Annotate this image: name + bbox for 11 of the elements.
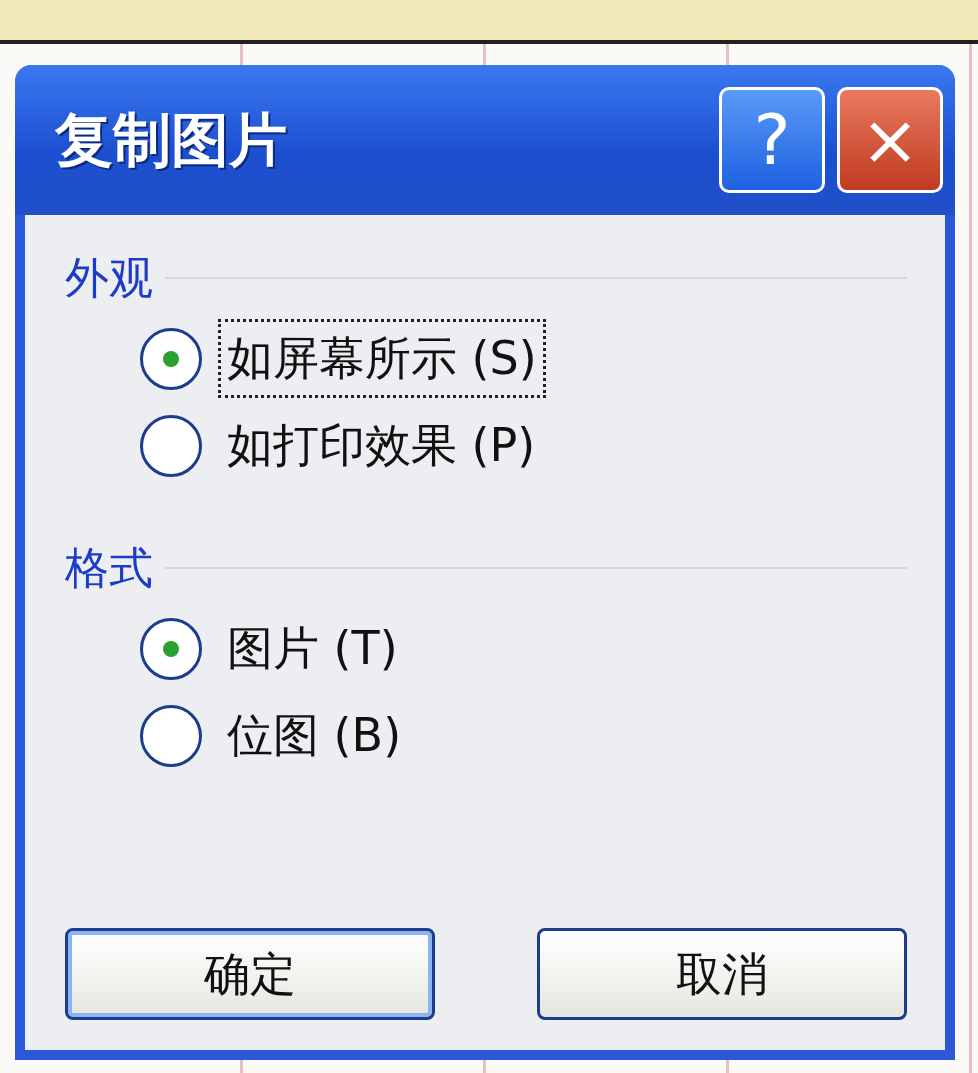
help-button[interactable]: ? [719, 87, 825, 193]
window-title: 复制图片 [55, 104, 288, 176]
group-label: 格式 [65, 541, 153, 595]
option-label: 如打印效果 (P) [226, 417, 537, 474]
group-label: 外观 [65, 251, 153, 305]
option-label: 如屏幕所示 (S) [218, 319, 546, 398]
cancel-button[interactable]: 取消 [537, 928, 907, 1020]
option-label: 图片 (T) [226, 620, 399, 677]
ok-button[interactable]: 确定 [65, 928, 435, 1020]
option-label: 位图 (B) [226, 707, 403, 764]
close-button[interactable]: × [837, 87, 943, 193]
